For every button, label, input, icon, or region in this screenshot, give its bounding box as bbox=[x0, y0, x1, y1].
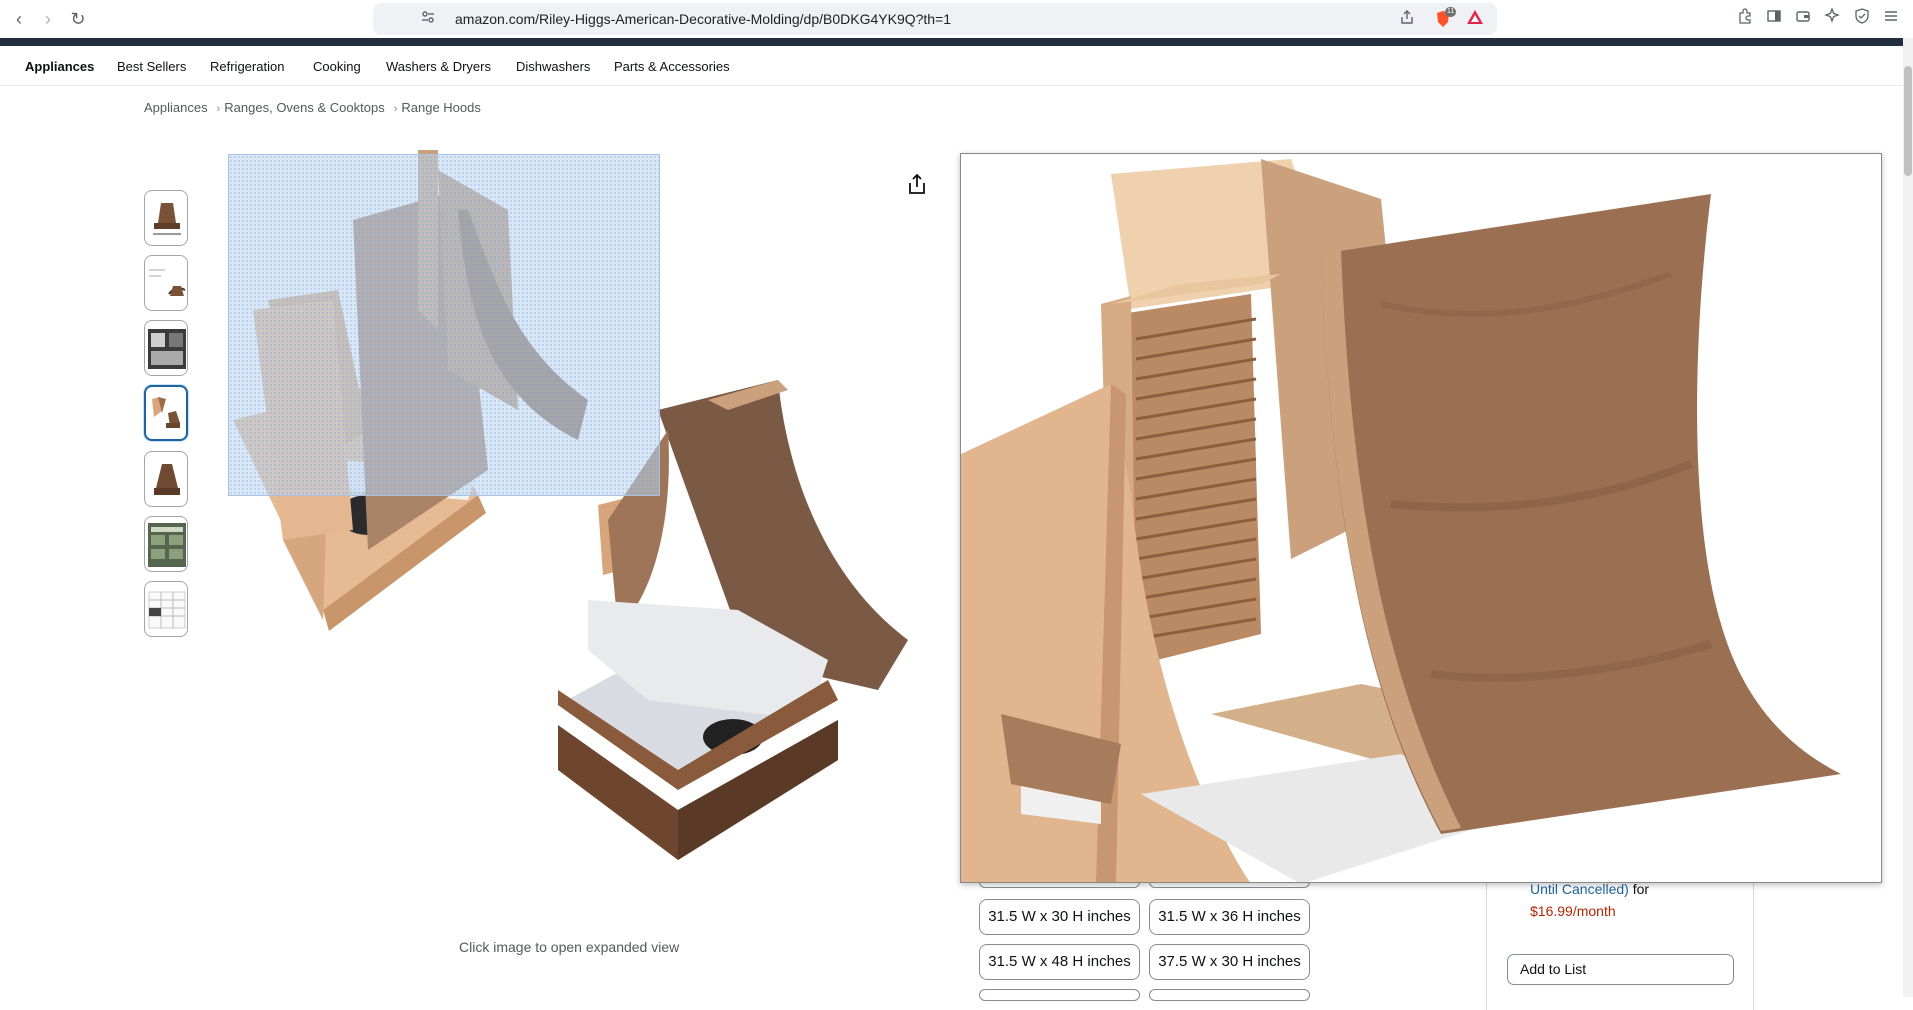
browser-toolbar: ‹ › ↻ amazon.com/Riley-Higgs-American-De… bbox=[0, 0, 1913, 38]
hood-diagram-thumbnail bbox=[149, 269, 186, 296]
extensions-icon[interactable] bbox=[1734, 8, 1756, 30]
share-icon[interactable] bbox=[905, 172, 929, 196]
chevron-right-icon: › bbox=[393, 103, 398, 115]
address-bar[interactable]: amazon.com/Riley-Higgs-American-Decorati… bbox=[373, 3, 1497, 35]
subnav-best-sellers[interactable]: Best Sellers bbox=[117, 59, 186, 74]
breadcrumb-appliances[interactable]: Appliances bbox=[144, 100, 208, 115]
subnav-cooking[interactable]: Cooking bbox=[313, 59, 361, 74]
subscription-for-text: for bbox=[1632, 881, 1650, 897]
menu-icon[interactable] bbox=[1880, 8, 1902, 30]
size-option-31-5x30[interactable]: 31.5 W x 30 H inches bbox=[979, 899, 1140, 935]
url-text[interactable]: amazon.com/Riley-Higgs-American-Decorati… bbox=[455, 11, 951, 27]
zoom-lens bbox=[228, 154, 660, 496]
breadcrumb-range-hoods[interactable]: Range Hoods bbox=[401, 100, 481, 115]
wallet-icon[interactable] bbox=[1792, 8, 1814, 30]
amazon-nav-strip bbox=[0, 38, 1905, 46]
kitchen-photo-thumbnail bbox=[148, 329, 186, 369]
zoomed-hood-image bbox=[961, 154, 1881, 882]
subscription-price: $16.99/month bbox=[1530, 903, 1616, 919]
vpn-icon[interactable] bbox=[1851, 8, 1873, 30]
brave-shields-icon[interactable]: 11 bbox=[1433, 7, 1457, 29]
size-option-37-5x30[interactable]: 37.5 W x 30 H inches bbox=[1149, 944, 1310, 980]
brave-badge-count: 11 bbox=[1445, 7, 1457, 17]
breadcrumb: Appliances › Ranges, Ovens & Cooktops › Rang… bbox=[144, 100, 485, 115]
zoom-preview-panel bbox=[960, 153, 1882, 883]
leo-ai-icon[interactable] bbox=[1821, 7, 1843, 30]
thumbnail-2[interactable] bbox=[144, 255, 188, 311]
forward-icon[interactable]: › bbox=[37, 8, 59, 30]
category-subnav: Appliances Best Sellers Refrigeration Co… bbox=[0, 46, 1903, 86]
hood-photo-thumbnail bbox=[153, 203, 181, 235]
subnav-parts-accessories[interactable]: Parts & Accessories bbox=[614, 59, 730, 74]
subnav-washers-dryers[interactable]: Washers & Dryers bbox=[386, 59, 491, 74]
size-option-partial-3[interactable] bbox=[979, 989, 1140, 1001]
sidebar-icon[interactable] bbox=[1763, 8, 1785, 30]
share-url-icon[interactable] bbox=[1397, 9, 1417, 29]
breadcrumb-ranges-ovens-cooktops[interactable]: Ranges, Ovens & Cooktops bbox=[224, 100, 384, 115]
thumbnail-4[interactable] bbox=[144, 385, 188, 441]
site-info-icon[interactable] bbox=[418, 9, 438, 29]
hood-assembly-thumbnail bbox=[152, 397, 180, 428]
chevron-right-icon: › bbox=[216, 103, 221, 115]
size-option-partial-4[interactable] bbox=[1149, 989, 1310, 1001]
reload-icon[interactable]: ↻ bbox=[67, 8, 89, 30]
subscription-terms: Until Cancelled) for bbox=[1530, 881, 1649, 897]
page-scrollbar[interactable] bbox=[1903, 38, 1913, 997]
size-option-31-5x48[interactable]: 31.5 W x 48 H inches bbox=[979, 944, 1140, 980]
size-option-31-5x36[interactable]: 31.5 W x 36 H inches bbox=[1149, 899, 1310, 935]
brave-rewards-icon[interactable] bbox=[1465, 9, 1485, 29]
add-to-list-button[interactable]: Add to List bbox=[1507, 954, 1734, 985]
subnav-appliances[interactable]: Appliances bbox=[25, 59, 94, 74]
thumbnail-3[interactable] bbox=[144, 320, 188, 376]
back-icon[interactable]: ‹ bbox=[8, 8, 30, 30]
hood-infographic-thumbnail bbox=[148, 523, 186, 567]
subnav-dishwashers[interactable]: Dishwashers bbox=[516, 59, 590, 74]
thumbnail-5[interactable] bbox=[144, 451, 188, 507]
subnav-refrigeration[interactable]: Refrigeration bbox=[210, 59, 284, 74]
size-chart-thumbnail bbox=[148, 591, 186, 629]
thumbnail-6[interactable] bbox=[144, 516, 188, 572]
thumbnail-1[interactable] bbox=[144, 190, 188, 246]
subscription-link[interactable]: Until Cancelled) bbox=[1530, 881, 1629, 897]
image-caption: Click image to open expanded view bbox=[459, 939, 680, 955]
thumbnail-7[interactable] bbox=[144, 581, 188, 637]
hood-front-thumbnail bbox=[154, 464, 180, 495]
scrollbar-thumb[interactable] bbox=[1904, 66, 1912, 176]
